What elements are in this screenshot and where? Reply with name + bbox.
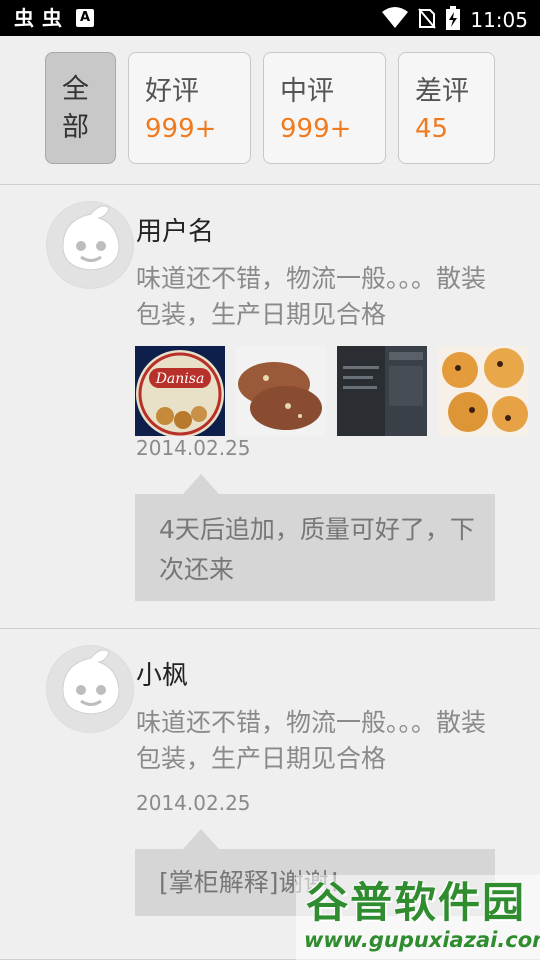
review-content: 味道还不错，物流一般。。。散装包装，生产日期见合格 <box>136 708 487 773</box>
tab-mid-count: 999+ <box>280 114 352 144</box>
default-avatar-icon <box>62 649 120 715</box>
reply-text: 4天后追加，质量可好了，下次还来 <box>159 515 475 584</box>
status-indicators: 11:05 <box>382 6 528 34</box>
butter-cookies-box-image <box>337 346 427 436</box>
no-sim-icon <box>418 7 437 33</box>
avatar[interactable] <box>46 645 134 733</box>
review-photo[interactable] <box>236 346 326 436</box>
tab-bad-label: 差评 <box>415 76 469 107</box>
tab-good-label: 好评 <box>145 76 199 107</box>
wifi-icon <box>382 7 409 33</box>
review-content: 味道还不错，物流一般。。。散装包装，生产日期见合格 <box>136 264 487 329</box>
avatar[interactable] <box>46 201 134 289</box>
tab-bad-count: 45 <box>415 114 449 144</box>
review-photos: Danisa <box>135 346 528 436</box>
danisa-tin-image: Danisa <box>135 346 225 436</box>
review-photo[interactable] <box>438 346 528 436</box>
status-bar: 虫 虫 A 11:05 <box>0 0 540 36</box>
tab-all-label: 全部 <box>62 74 89 143</box>
default-avatar-icon <box>62 205 120 271</box>
tab-good-reviews[interactable]: 好评 999+ <box>128 52 251 164</box>
chocolate-cookies-image <box>236 346 326 436</box>
battery-charging-icon <box>446 6 461 34</box>
watermark-logo: 谷普软件园 www.gupuxiazai.com <box>296 875 540 960</box>
review-username: 小枫 <box>136 661 189 691</box>
reply-bubble: 4天后追加，质量可好了，下次还来 <box>135 474 495 601</box>
review-item: 用户名 味道还不错，物流一般。。。散装包装，生产日期见合格 Danisa 201… <box>0 185 540 629</box>
status-notifications: 虫 虫 A <box>14 5 94 31</box>
a-notification-icon: A <box>76 9 94 27</box>
bug-icon: 虫 <box>14 6 34 30</box>
status-time: 11:05 <box>470 8 528 32</box>
review-date: 2014.02.25 <box>136 791 251 815</box>
tab-all[interactable]: 全部 <box>45 52 116 164</box>
review-username: 用户名 <box>136 217 215 247</box>
watermark-title: 谷普软件园 <box>306 878 527 927</box>
review-date: 2014.02.25 <box>136 436 251 460</box>
tab-mid-label: 中评 <box>280 76 334 107</box>
bug-icon: 虫 <box>42 6 62 30</box>
rating-filter-bar: 全部 好评 999+ 中评 999+ 差评 45 <box>0 36 540 185</box>
danisa-brand-text: Danisa <box>155 371 205 387</box>
tab-neutral-reviews[interactable]: 中评 999+ <box>263 52 386 164</box>
tab-bad-reviews[interactable]: 差评 45 <box>398 52 495 164</box>
tab-good-count: 999+ <box>145 114 217 144</box>
raisin-cookies-image <box>438 346 528 436</box>
review-photo[interactable] <box>337 346 427 436</box>
watermark-url: www.gupuxiazai.com <box>304 928 540 952</box>
review-photo[interactable]: Danisa <box>135 346 225 436</box>
